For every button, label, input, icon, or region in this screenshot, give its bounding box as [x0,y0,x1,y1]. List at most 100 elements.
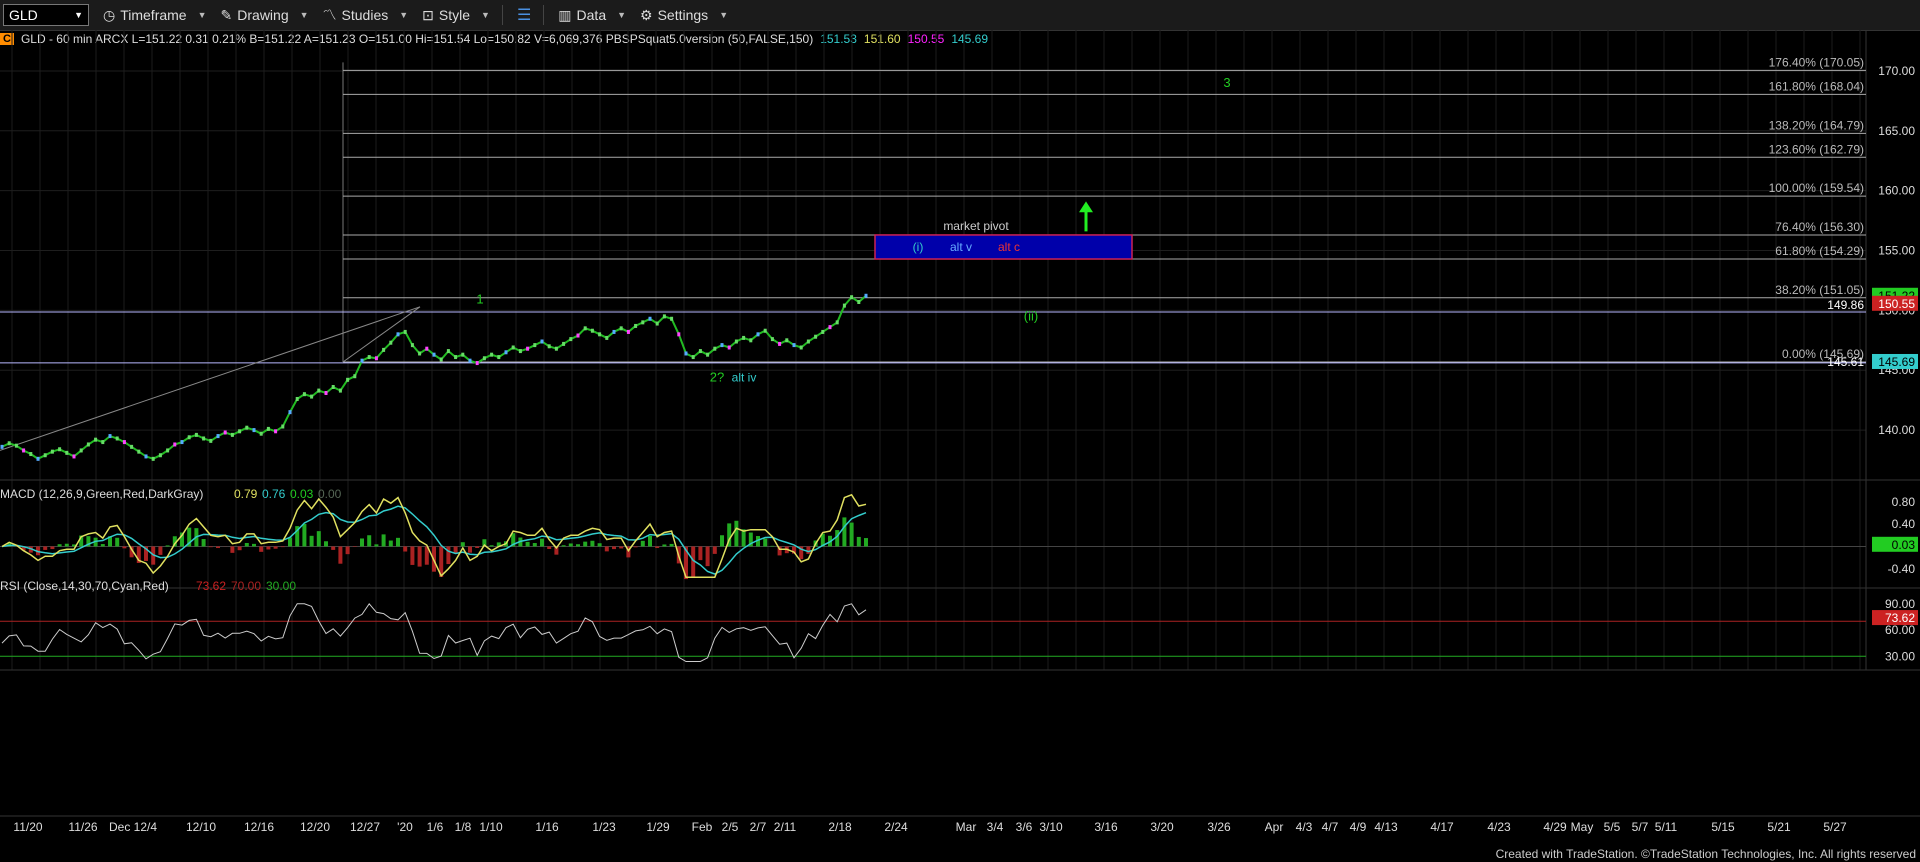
price-bar [194,432,198,437]
time-tick-label: 3/16 [1094,820,1118,834]
macd-histogram-bar [568,543,573,547]
macd-histogram-bar [576,544,580,547]
price-bar [814,334,818,339]
macd-histogram-bar [612,546,616,550]
studies-icon: 〽 [322,7,337,23]
macd-histogram-bar [345,546,350,555]
price-bar [86,442,90,447]
price-bar [65,450,69,455]
price-bar [475,361,479,366]
price-bar [389,340,393,345]
price-bar [864,293,868,298]
price-bar [288,410,292,415]
macd-histogram-bar [475,546,480,549]
macd-histogram-bar [597,543,602,547]
price-bar [331,385,335,389]
price-bar [137,449,141,454]
price-bar [158,453,162,458]
price-tick-label: 140.00 [1878,423,1915,437]
macd-histogram-bar [849,522,854,547]
macd-label: MACD (12,26,9,Green,Red,DarkGray) [0,487,203,501]
rsi-value: 73.62 [196,579,226,593]
studies-menu[interactable]: 〽 Studies ▼ [323,5,409,25]
time-tick-label: 12/27 [350,820,380,834]
chevron-down-icon: ▼ [719,10,729,20]
price-bar [734,339,738,344]
price-bar [403,329,407,334]
macd-histogram-bar [252,543,256,547]
symbol-input[interactable]: GLD ▼ [3,4,89,26]
price-tick-label: 170.00 [1878,64,1915,78]
macd-histogram-bar [633,546,638,548]
price-bar [29,452,33,457]
price-bar [806,339,810,344]
chart-grid [0,30,1920,671]
gear-icon: ⚙ [640,6,653,23]
time-tick-label: 5/7 [1632,820,1649,834]
wave-label-1: 1 [476,292,483,307]
price-bar [180,440,184,445]
rsi-line [1,602,867,662]
toolbar: GLD ▼ ◷ Timeframe ▼ ✎ Drawing ▼ 〽 Studie… [0,0,1920,31]
copyright-footer: Created with TradeStation. ©TradeStation… [1495,847,1916,861]
price-bar [770,337,774,342]
macd-histogram-bar [100,544,105,547]
drawing-label: Drawing [237,7,289,23]
macd-histogram-bar [842,517,847,547]
wave-label-2: 2? [710,369,724,384]
price-bar [540,339,544,344]
macd-histogram-bar [540,538,544,547]
price-bar [648,316,652,321]
time-tick-label: 5/27 [1823,820,1847,834]
price-bar [252,428,256,433]
macd-histogram-bar [856,536,861,547]
price-chart[interactable]: 176.40% (170.05)161.80% (168.04)138.20% … [0,30,1920,862]
price-bar [792,343,796,348]
rsi-label: RSI (Close,14,30,70,Cyan,Red) [0,579,169,593]
price-bar [720,343,724,348]
rsi-tick-label: 90.00 [1885,597,1915,611]
price-bar [554,346,558,351]
macd-histogram-bar [662,544,667,547]
studies-label: Studies [341,7,389,23]
data-menu[interactable]: ▥ Data ▼ [558,7,626,24]
macd-histogram-bar [331,546,336,550]
macd-histogram-bar [525,541,530,547]
price-bar [655,321,659,326]
time-tick-label: 4/17 [1430,820,1454,834]
price-bar [619,326,623,331]
price-bar [108,434,112,439]
layout-button[interactable]: ☰ [517,5,531,25]
style-menu[interactable]: ⊡ Style ▼ [422,7,490,24]
price-bar [590,328,594,333]
chevron-down-icon: ▼ [197,10,207,20]
settings-label: Settings [657,7,709,23]
fib-level-label: 176.40% (170.05) [1769,55,1864,69]
drawing-menu[interactable]: ✎ Drawing ▼ [221,7,309,24]
up-arrow-icon [1079,201,1093,232]
price-bar [302,392,306,397]
price-bar [266,426,270,431]
macd-histogram-bar [158,546,163,555]
price-bar [396,332,400,337]
price-bar [842,303,846,308]
macd-histogram-bar [640,540,645,547]
price-tick-label: 165.00 [1878,124,1915,138]
price-bar [482,356,486,361]
chevron-down-icon: ▼ [399,10,409,20]
fib-level-label: 61.80% (154.29) [1775,244,1864,258]
macd-tick-label: 0.80 [1892,495,1916,509]
settings-menu[interactable]: ⚙ Settings ▼ [640,7,728,24]
time-tick-label: Dec 12/4 [109,820,157,834]
price-bar [511,345,515,350]
time-axis: 11/20 11/26 Dec 12/4 12/10 12/16 12/20 12/27 '2… [0,815,1920,834]
chevron-down-icon[interactable]: ▼ [74,10,83,20]
time-tick-label: 4/7 [1322,820,1339,834]
timeframe-menu[interactable]: ◷ Timeframe ▼ [103,7,207,24]
macd-histogram-bar [338,546,343,564]
time-tick-label: 3/10 [1039,820,1063,834]
fib-level-label: 38.20% (151.05) [1775,283,1864,297]
data-label: Data [576,7,607,23]
time-tick-label: Mar [956,820,977,834]
wave-label-3: 3 [1223,75,1230,90]
